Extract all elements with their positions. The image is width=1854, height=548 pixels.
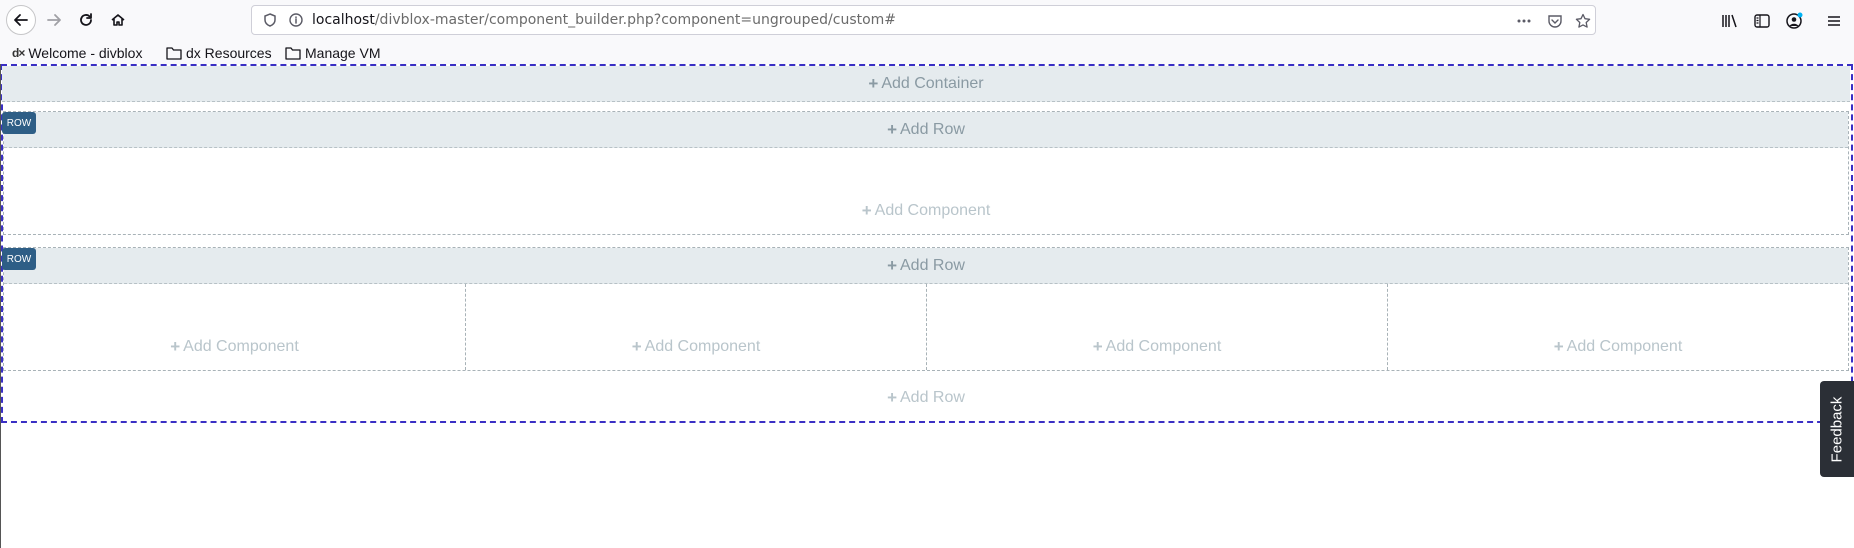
plus-icon: + [868, 73, 879, 93]
url-path: /divblox-master/component_builder.php?co… [374, 12, 897, 28]
feedback-tab[interactable]: Feedback [1820, 381, 1854, 477]
add-row-bottom-button[interactable]: + Add Row [2, 380, 1850, 416]
add-component-button[interactable]: + Add Component [1388, 284, 1848, 370]
more-horizontal-icon[interactable] [1514, 11, 1534, 31]
url-host: localhost [312, 12, 375, 28]
url-bar[interactable]: localhost/divblox-master/component_build… [251, 5, 1596, 35]
plus-icon: + [887, 388, 897, 407]
feedback-label: Feedback [1828, 396, 1846, 462]
back-button[interactable] [6, 5, 36, 35]
builder-row: + Add Row + Add Component [3, 111, 1849, 235]
star-icon[interactable] [1573, 11, 1593, 31]
plus-icon: + [861, 201, 872, 220]
folder-icon [285, 46, 301, 60]
account-icon[interactable] [1783, 10, 1805, 32]
bookmark-label: Manage VM [305, 45, 381, 61]
plus-icon: + [170, 337, 181, 356]
arrow-right-icon [47, 14, 61, 26]
bookmark-dx-resources[interactable]: dx Resources [166, 43, 272, 63]
sidebar-icon[interactable] [1751, 10, 1773, 32]
row-tag[interactable]: ROW [2, 112, 36, 134]
add-container-button[interactable]: + Add Container [2, 66, 1850, 102]
forward-button[interactable] [39, 5, 69, 35]
add-row-label: Add Row [900, 389, 965, 406]
plus-icon: + [887, 119, 897, 139]
plus-icon: + [631, 337, 642, 356]
arrow-left-icon [14, 14, 28, 26]
add-component-label: Add Component [1566, 338, 1683, 355]
add-row-label: Add Row [900, 120, 965, 138]
bookmark-label: dx Resources [186, 45, 272, 61]
add-component-label: Add Component [183, 338, 299, 355]
library-icon[interactable] [1719, 10, 1741, 32]
add-container-label: Add Container [881, 74, 984, 92]
add-component-button[interactable]: + Add Component [927, 284, 1388, 370]
add-component-label: Add Component [874, 202, 991, 219]
bookmark-welcome-divblox[interactable]: d× Welcome - divblox [12, 43, 142, 63]
bookmarks-bar: d× Welcome - divblox dx Resources Manage… [0, 42, 1854, 64]
browser-toolbar: localhost/divblox-master/component_build… [0, 0, 1854, 42]
builder-row: + Add Row + Add Component + Add Componen… [3, 247, 1849, 371]
dx-logo-icon: d× [12, 46, 25, 60]
add-row-label: Add Row [900, 256, 965, 274]
plus-icon: + [1092, 337, 1103, 356]
url-text[interactable]: localhost/divblox-master/component_build… [312, 12, 896, 28]
plus-icon: + [887, 255, 897, 275]
add-component-button[interactable]: + Add Component [4, 148, 1848, 234]
add-row-button[interactable]: + Add Row [4, 112, 1848, 148]
bookmark-manage-vm[interactable]: Manage VM [285, 43, 380, 63]
folder-icon [166, 46, 182, 60]
reload-icon [80, 13, 92, 26]
shield-icon[interactable] [262, 12, 278, 32]
add-component-button[interactable]: + Add Component [4, 284, 466, 370]
row-tag[interactable]: ROW [2, 248, 36, 270]
add-component-button[interactable]: + Add Component [466, 284, 927, 370]
pocket-icon[interactable] [1545, 11, 1565, 31]
info-icon[interactable] [288, 12, 304, 32]
add-row-button[interactable]: + Add Row [4, 248, 1848, 284]
add-component-label: Add Component [1105, 338, 1222, 355]
add-component-label: Add Component [644, 338, 761, 355]
home-button[interactable] [103, 5, 133, 35]
plus-icon: + [1553, 337, 1564, 356]
reload-button[interactable] [71, 5, 101, 35]
bookmark-label: Welcome - divblox [28, 45, 143, 61]
hamburger-menu-icon[interactable] [1823, 10, 1845, 32]
home-icon [111, 14, 125, 26]
